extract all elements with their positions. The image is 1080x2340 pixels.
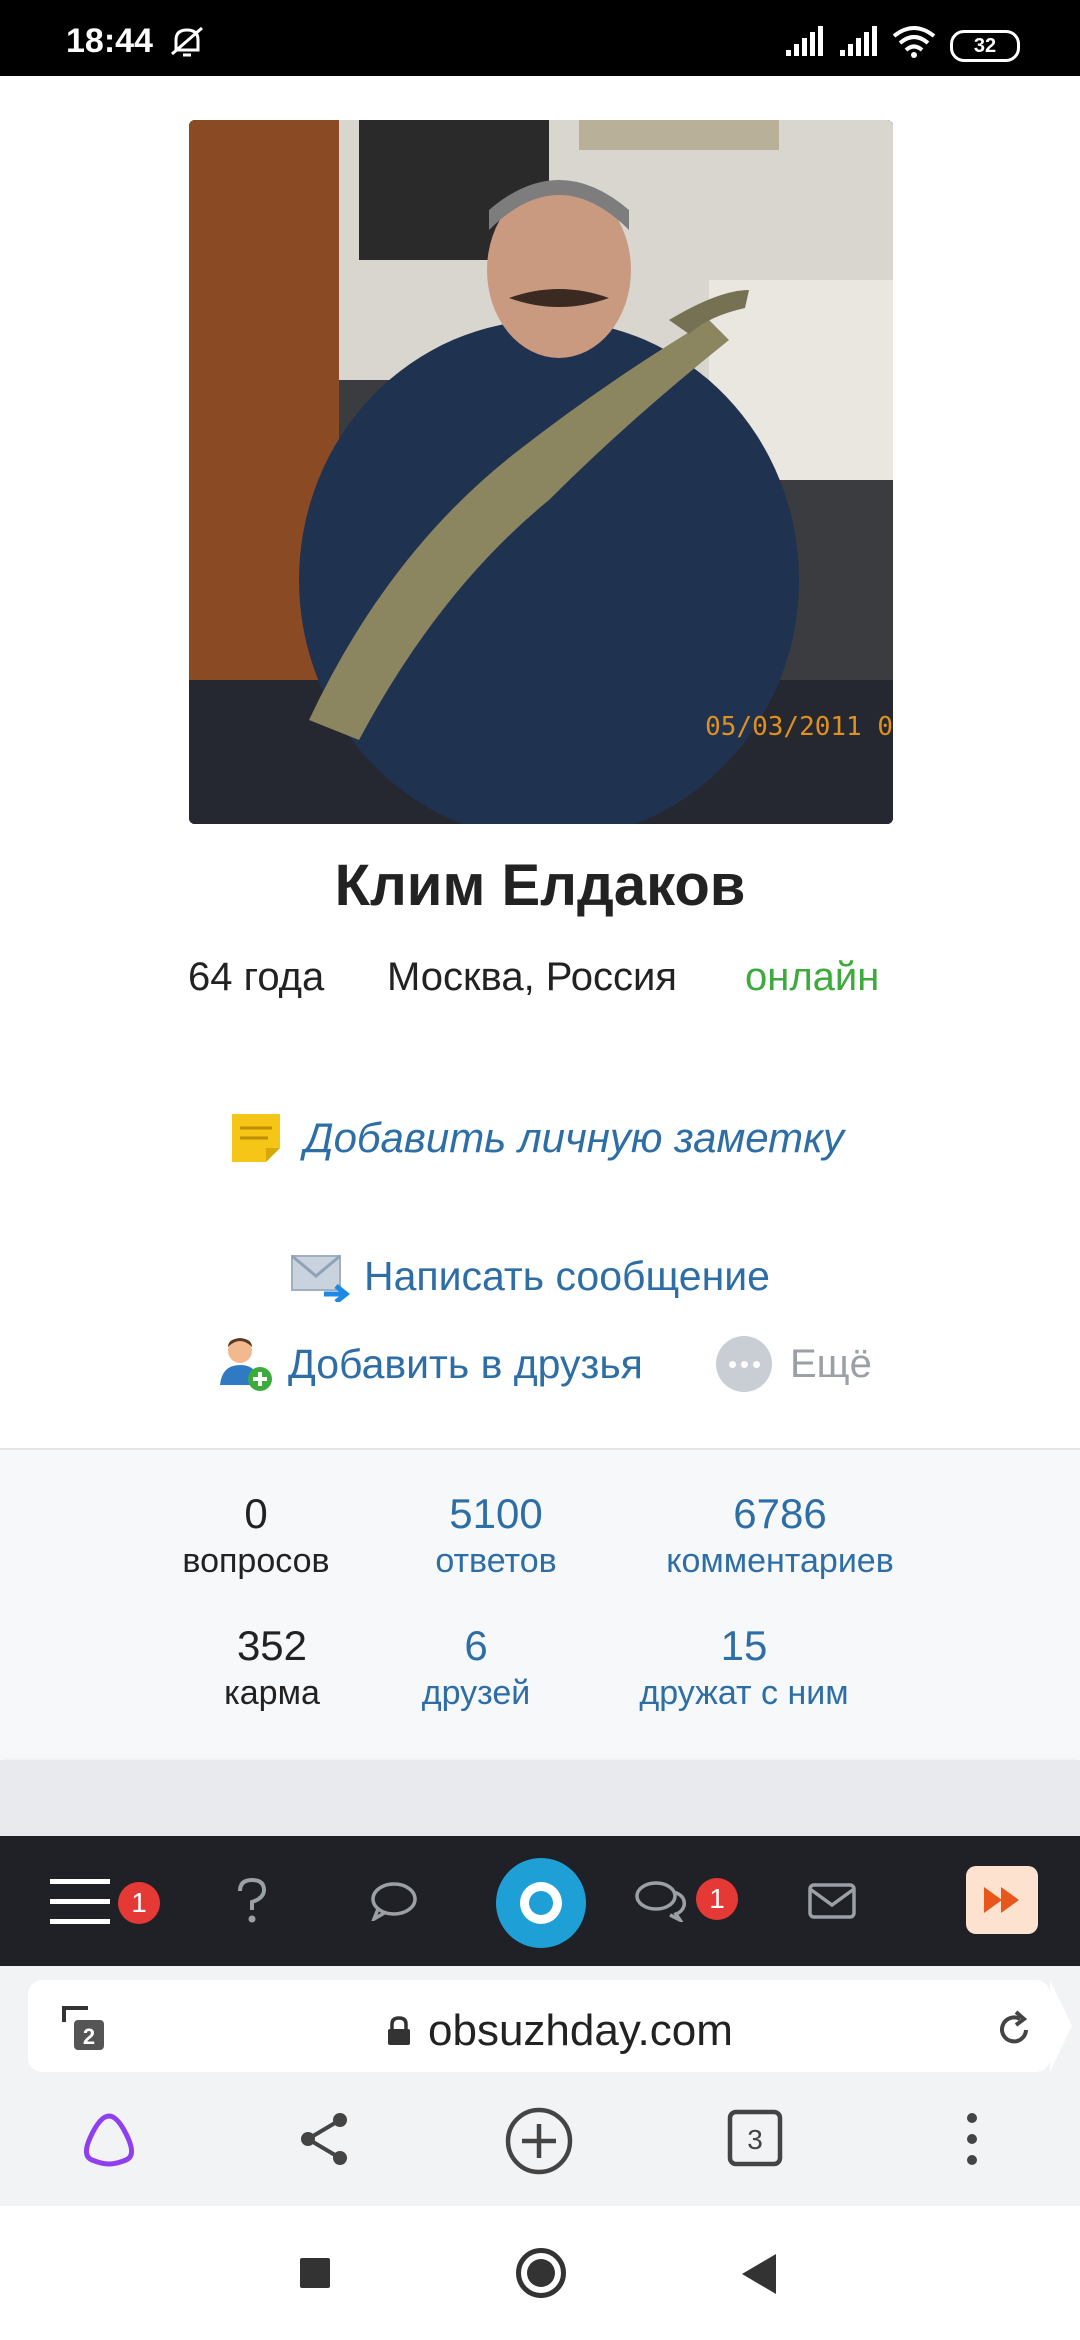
comments-button[interactable] [364, 1836, 424, 1966]
stat-label: друзей [421, 1674, 531, 1712]
chats-button[interactable] [628, 1836, 694, 1966]
profile-location: Москва, Россия [387, 955, 677, 999]
wifi-icon [892, 26, 936, 58]
fast-forward-icon [984, 1887, 1019, 1913]
profile-name: Клим Елдаков [334, 853, 746, 918]
mail-icon [808, 1883, 856, 1919]
stat-label: комментариев [666, 1542, 894, 1580]
add-friend-icon [220, 1338, 272, 1391]
write-message-link[interactable]: Написать сообщение [290, 1246, 770, 1306]
add-note-label: Добавить личную заметку [304, 1114, 844, 1161]
chats-badge: 1 [696, 1878, 738, 1920]
stat-value: 15 [720, 1622, 768, 1669]
tabs-mini-count: 2 [83, 2024, 95, 2049]
alice-assistant-icon[interactable] [76, 2106, 142, 2172]
stat-answers[interactable]: 5100 ответов [400, 1490, 592, 1581]
comment-icon [371, 1882, 417, 1921]
lock-icon [388, 2016, 410, 2045]
write-message-label: Написать сообщение [364, 1252, 770, 1299]
stat-comments[interactable]: 6786 комментариев [640, 1490, 920, 1581]
browser-address-bar: 2 obsuzhday.com [0, 1966, 1080, 2086]
back-button[interactable] [742, 2254, 776, 2294]
tabs-count: 3 [747, 2124, 763, 2155]
profile-age: 64 года [188, 955, 325, 999]
battery-icon: 32 [950, 30, 1020, 62]
envelope-arrow-icon [291, 1254, 350, 1302]
page-bottom-spacer [0, 1760, 1080, 1836]
menu-badge: 1 [118, 1882, 160, 1924]
more-dots-icon [716, 1336, 772, 1392]
stat-followers[interactable]: 15 дружат с ним [614, 1622, 874, 1713]
chats-icon [635, 1881, 687, 1922]
site-logo[interactable] [496, 1858, 586, 1948]
url-box[interactable]: 2 obsuzhday.com [28, 1980, 1072, 2072]
mail-button[interactable] [802, 1836, 862, 1966]
signal-icon [786, 26, 823, 56]
stat-karma[interactable]: 352 карма [192, 1622, 352, 1713]
more-vertical-icon[interactable] [960, 2106, 984, 2172]
stat-value: 0 [244, 1490, 268, 1537]
stat-friends[interactable]: 6 друзей [396, 1622, 556, 1713]
tabs-icon[interactable]: 3 [726, 2106, 786, 2172]
menu-icon [50, 1879, 110, 1924]
share-icon[interactable] [296, 2106, 352, 2172]
new-tab-plus-icon[interactable] [504, 2106, 574, 2176]
sticky-note-icon [232, 1114, 280, 1162]
add-friend-label: Добавить в друзья [288, 1340, 643, 1387]
stat-value: 352 [236, 1622, 308, 1669]
questions-button[interactable] [222, 1836, 282, 1966]
recents-button[interactable] [300, 2258, 330, 2288]
status-bar: 18:44 32 [0, 0, 1080, 76]
status-time: 18:44 [66, 22, 153, 60]
url-text[interactable]: obsuzhday.com [428, 2006, 733, 2056]
stat-questions[interactable]: 0 вопросов [150, 1490, 362, 1581]
photo-date-stamp: 05/03/2011 0 [705, 712, 893, 742]
add-friend-link[interactable]: Добавить в друзья [218, 1334, 643, 1394]
stat-label: дружат с ним [639, 1674, 849, 1712]
stat-value: 6 [464, 1622, 488, 1669]
stat-value: 5100 [449, 1490, 543, 1537]
menu-button[interactable] [40, 1836, 120, 1966]
add-note-link[interactable]: Добавить личную заметку [230, 1108, 844, 1168]
more-label: Ещё [790, 1341, 872, 1386]
signal-icon [840, 26, 877, 56]
question-icon [238, 1877, 267, 1923]
mute-alarm-icon [171, 26, 203, 57]
reload-icon[interactable] [994, 2010, 1034, 2050]
fast-forward-button[interactable] [966, 1866, 1038, 1934]
tabs-mini-icon[interactable]: 2 [58, 2000, 114, 2056]
stat-label: ответов [435, 1542, 557, 1580]
home-button[interactable] [516, 2248, 566, 2298]
profile-photo[interactable]: 05/03/2011 0 [189, 120, 893, 824]
stat-value: 6786 [733, 1490, 827, 1537]
profile-stats: 0 вопросов 5100 ответов 6786 комментарие… [0, 1448, 1080, 1758]
more-button[interactable]: Ещё [716, 1334, 872, 1394]
online-status: онлайн [745, 955, 880, 999]
stat-label: вопросов [182, 1542, 330, 1580]
stat-label: карма [224, 1674, 320, 1712]
browser-toolbar: 3 [0, 2086, 1080, 2206]
